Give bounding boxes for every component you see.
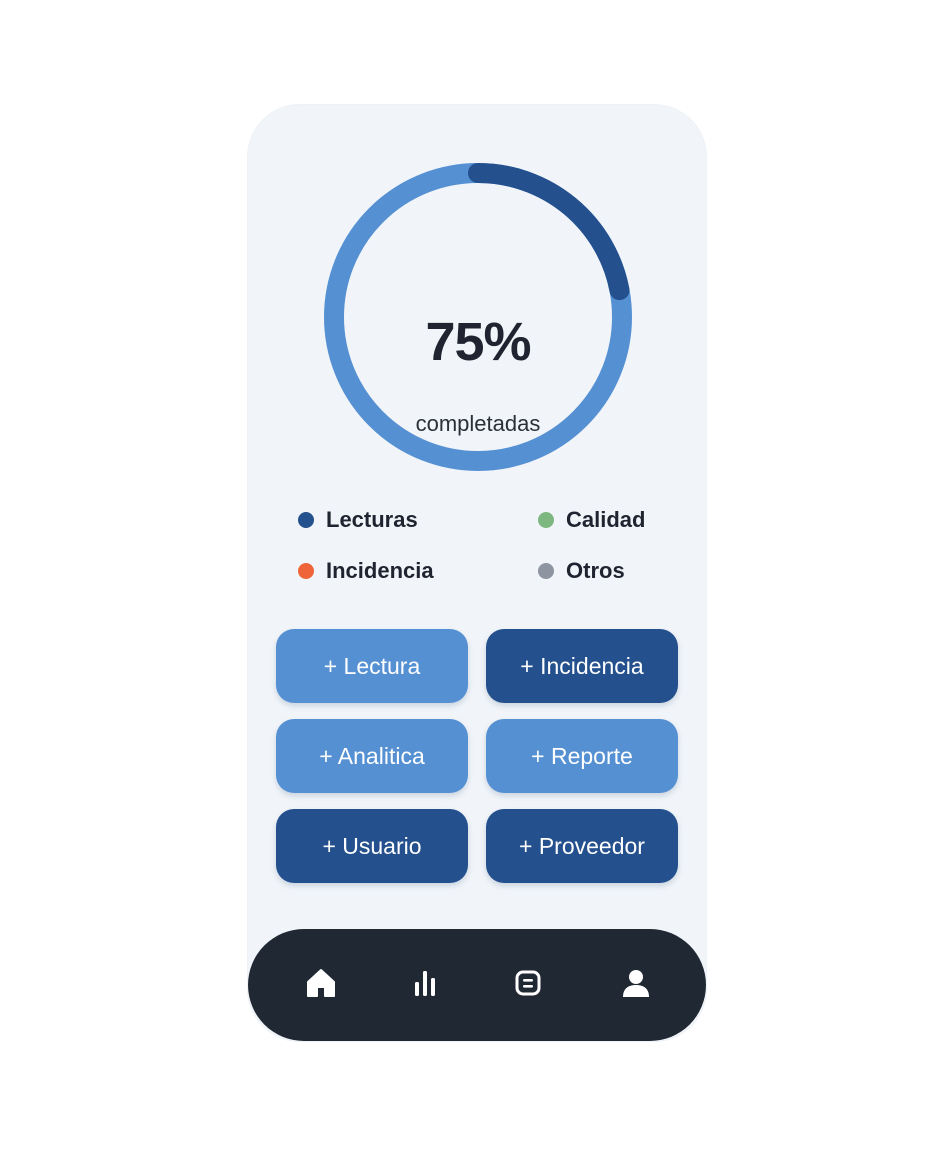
legend-dot — [538, 512, 554, 528]
legend-label: Otros — [566, 558, 625, 583]
add-analitica-button[interactable]: + Analitica — [276, 719, 468, 793]
progress-ring: 75% completadas — [322, 161, 634, 473]
bar-chart-icon — [415, 971, 435, 996]
add-proveedor-button[interactable]: + Proveedor — [486, 809, 678, 883]
legend-label: Incidencia — [326, 558, 434, 583]
tab-home[interactable] — [299, 961, 343, 1005]
home-icon — [307, 969, 335, 997]
legend-item-lecturas: Lecturas — [298, 507, 418, 533]
progress-percent: 75% — [425, 312, 531, 372]
legend-item-otros: Otros — [538, 558, 625, 584]
legend-item-calidad: Calidad — [538, 507, 645, 533]
legend-dot — [538, 563, 554, 579]
bottom-tab-bar — [248, 929, 706, 1041]
document-icon — [515, 970, 541, 996]
legend-item-incidencia: Incidencia — [298, 558, 434, 584]
legend-label: Lecturas — [326, 507, 418, 532]
tab-stats[interactable] — [403, 961, 447, 1005]
tab-profile[interactable] — [614, 961, 658, 1005]
progress-caption: completadas — [415, 411, 541, 436]
legend-label: Calidad — [566, 507, 646, 532]
add-incidencia-button[interactable]: + Incidencia — [486, 629, 678, 703]
tab-documents[interactable] — [506, 961, 550, 1005]
add-usuario-button[interactable]: + Usuario — [276, 809, 468, 883]
legend-dot — [298, 512, 314, 528]
phone-screen: 75% completadas Lecturas Calidad Inciden… — [248, 105, 706, 1041]
legend-dot — [298, 563, 314, 579]
user-icon — [623, 970, 649, 997]
add-reporte-button[interactable]: + Reporte — [486, 719, 678, 793]
add-lectura-button[interactable]: + Lectura — [276, 629, 468, 703]
